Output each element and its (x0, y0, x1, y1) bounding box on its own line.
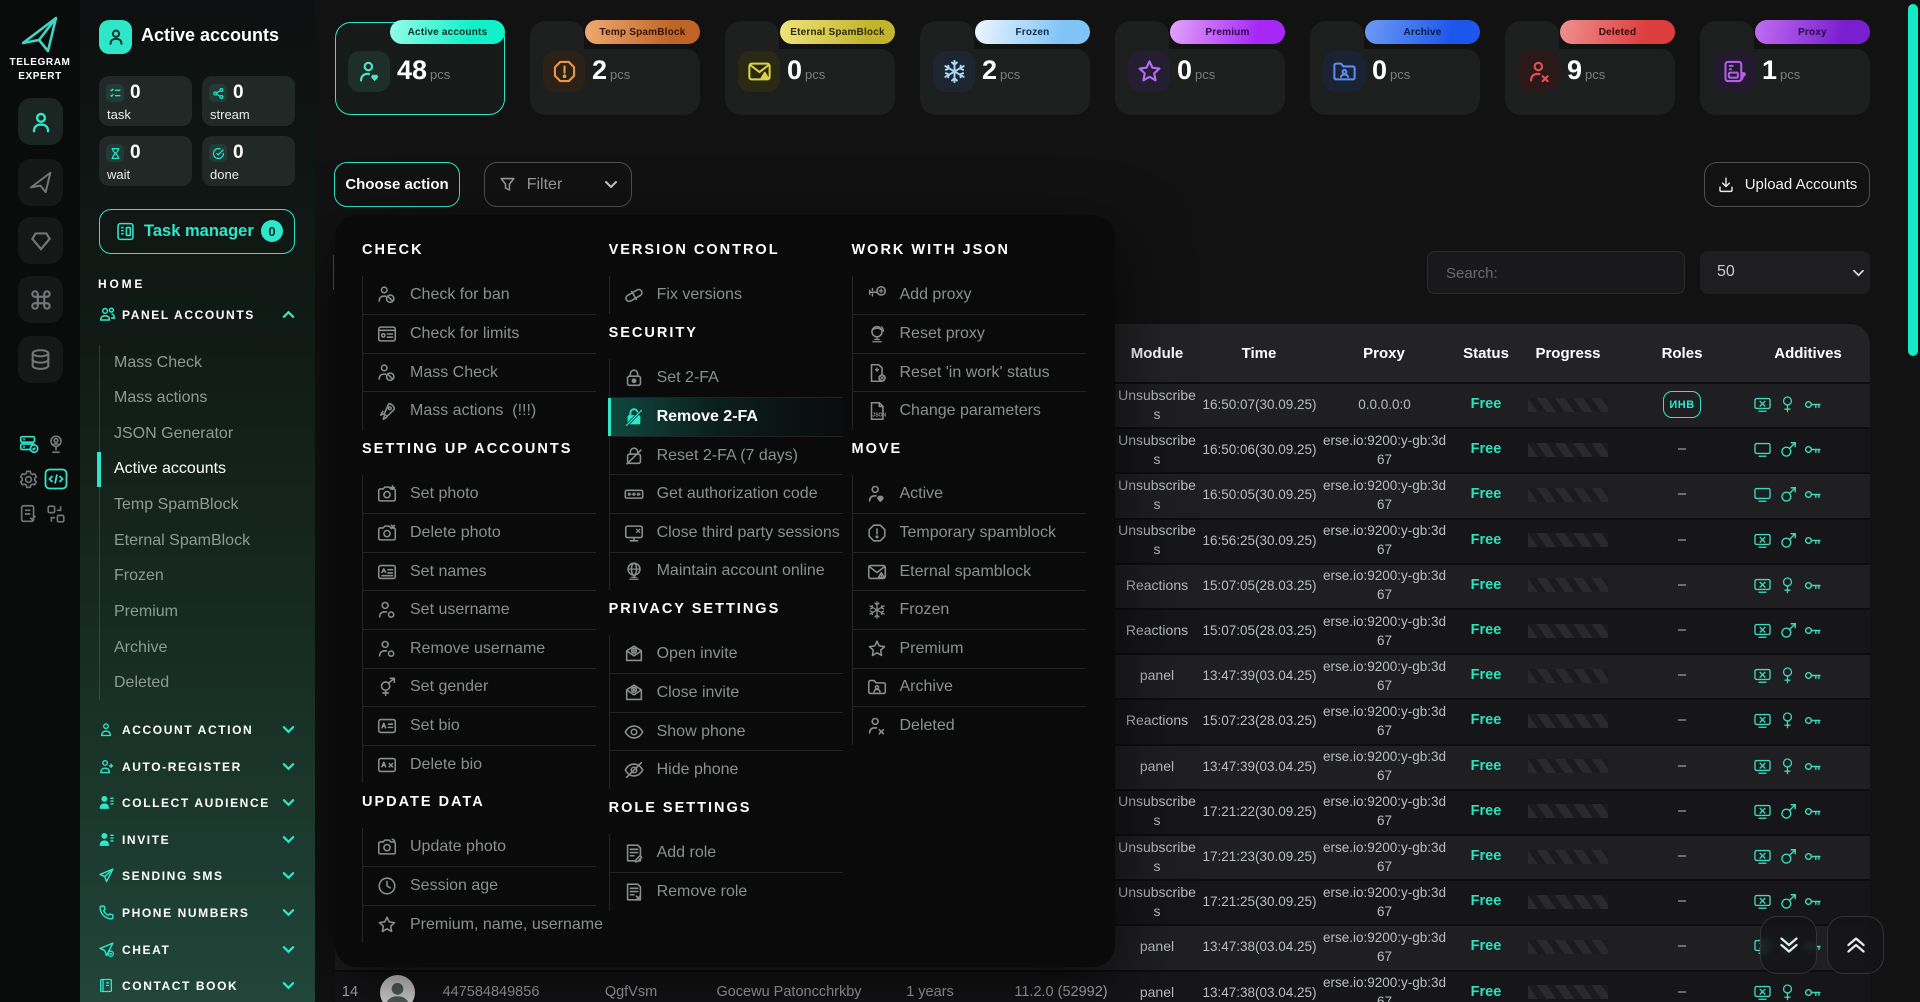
svg-text:JSON: JSON (872, 413, 886, 419)
